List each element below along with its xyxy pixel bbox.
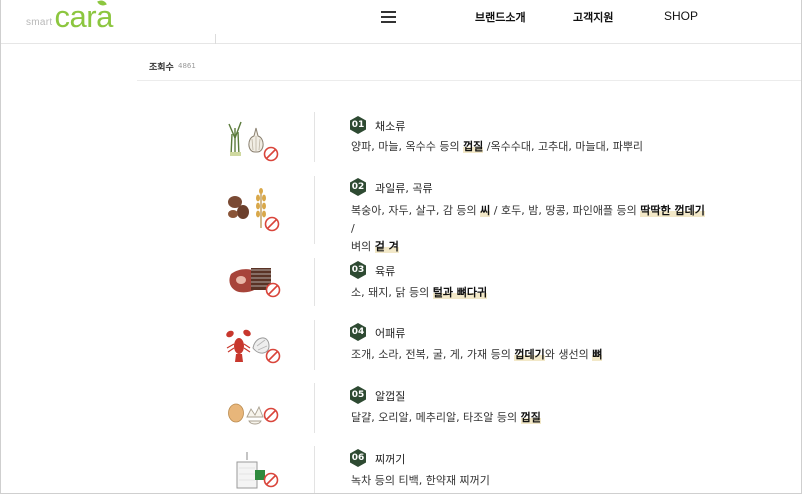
crayfish-shell-icon	[221, 324, 287, 374]
number-badge: 05	[349, 386, 367, 404]
views-label: 조회수	[149, 63, 174, 73]
number-badge: 01	[349, 116, 367, 134]
post-meta: 조회수 4861	[137, 52, 801, 81]
logo-main-text: cara	[54, 0, 113, 34]
nav-brand-intro[interactable]: 브랜드소개	[475, 9, 526, 25]
logo-small-text: smart	[26, 17, 53, 28]
category-description: 복숭아, 자두, 살구, 감 등의 씨 / 호두, 밤, 땅콩, 파인애플 등의…	[351, 204, 705, 253]
category-title: 과일류, 곡류	[375, 182, 433, 195]
divider	[314, 446, 315, 493]
teabag-icon	[221, 450, 287, 493]
category-description: 달걀, 오리알, 메추리알, 타조알 등의 껍질	[351, 411, 541, 424]
eggshell-icon	[221, 389, 287, 439]
list-item: 03 육류 소, 돼지, 닭 등의 털과 뼈다귀	[201, 258, 721, 308]
category-title: 어패류	[375, 327, 406, 340]
divider	[314, 383, 315, 433]
site-header: smart cara 브랜드소개 고객지원 SHOP	[1, 0, 801, 44]
divider	[314, 258, 315, 306]
category-description: 양파, 마늘, 옥수수 등의 껍질 /옥수수대, 고추대, 마늘대, 파뿌리	[351, 140, 644, 153]
nav-customer-support[interactable]: 고객지원	[573, 9, 613, 25]
list-item: 01 채소류 양파, 마늘, 옥수수 등의 껍질 /옥수수대, 고추대, 마늘대…	[201, 110, 721, 164]
divider	[215, 34, 216, 44]
category-title: 채소류	[375, 120, 406, 133]
vegetable-garlic-icon	[221, 116, 287, 166]
number-badge: 03	[349, 261, 367, 279]
list-item: 02 과일류, 곡류 복숭아, 자두, 살구, 감 등의 씨 / 호두, 밤, …	[201, 174, 721, 253]
page-frame: smart cara 브랜드소개 고객지원 SHOP 조회수 4861 01 채…	[0, 0, 802, 494]
nav-shop[interactable]: SHOP	[664, 9, 698, 23]
category-title: 찌꺼기	[375, 453, 406, 466]
divider	[314, 320, 315, 370]
divider	[314, 176, 315, 244]
number-badge: 06	[349, 449, 367, 467]
logo[interactable]: smart cara	[26, 0, 113, 34]
hamburger-menu-icon[interactable]	[381, 11, 396, 23]
number-badge: 02	[349, 178, 367, 196]
number-badge: 04	[349, 323, 367, 341]
list-item: 04 어패류 조개, 소라, 전복, 굴, 게, 가재 등의 껍데기와 생선의 …	[201, 320, 721, 372]
divider	[314, 112, 315, 162]
nuts-grain-icon	[221, 184, 287, 234]
category-description: 소, 돼지, 닭 등의 털과 뼈다귀	[351, 286, 488, 299]
category-description: 조개, 소라, 전복, 굴, 게, 가재 등의 껍데기와 생선의 뼈	[351, 348, 603, 361]
category-title: 알껍질	[375, 390, 406, 403]
meat-bone-icon	[221, 260, 287, 310]
list-item: 05 알껍질 달걀, 오리알, 메추리알, 타조알 등의 껍질	[201, 383, 721, 435]
views-count: 4861	[178, 62, 196, 70]
category-title: 육류	[375, 265, 396, 278]
list-item: 06 찌꺼기 녹차 등의 티백, 한약재 찌꺼기	[201, 446, 721, 493]
category-description: 녹차 등의 티백, 한약재 찌꺼기	[351, 474, 490, 487]
